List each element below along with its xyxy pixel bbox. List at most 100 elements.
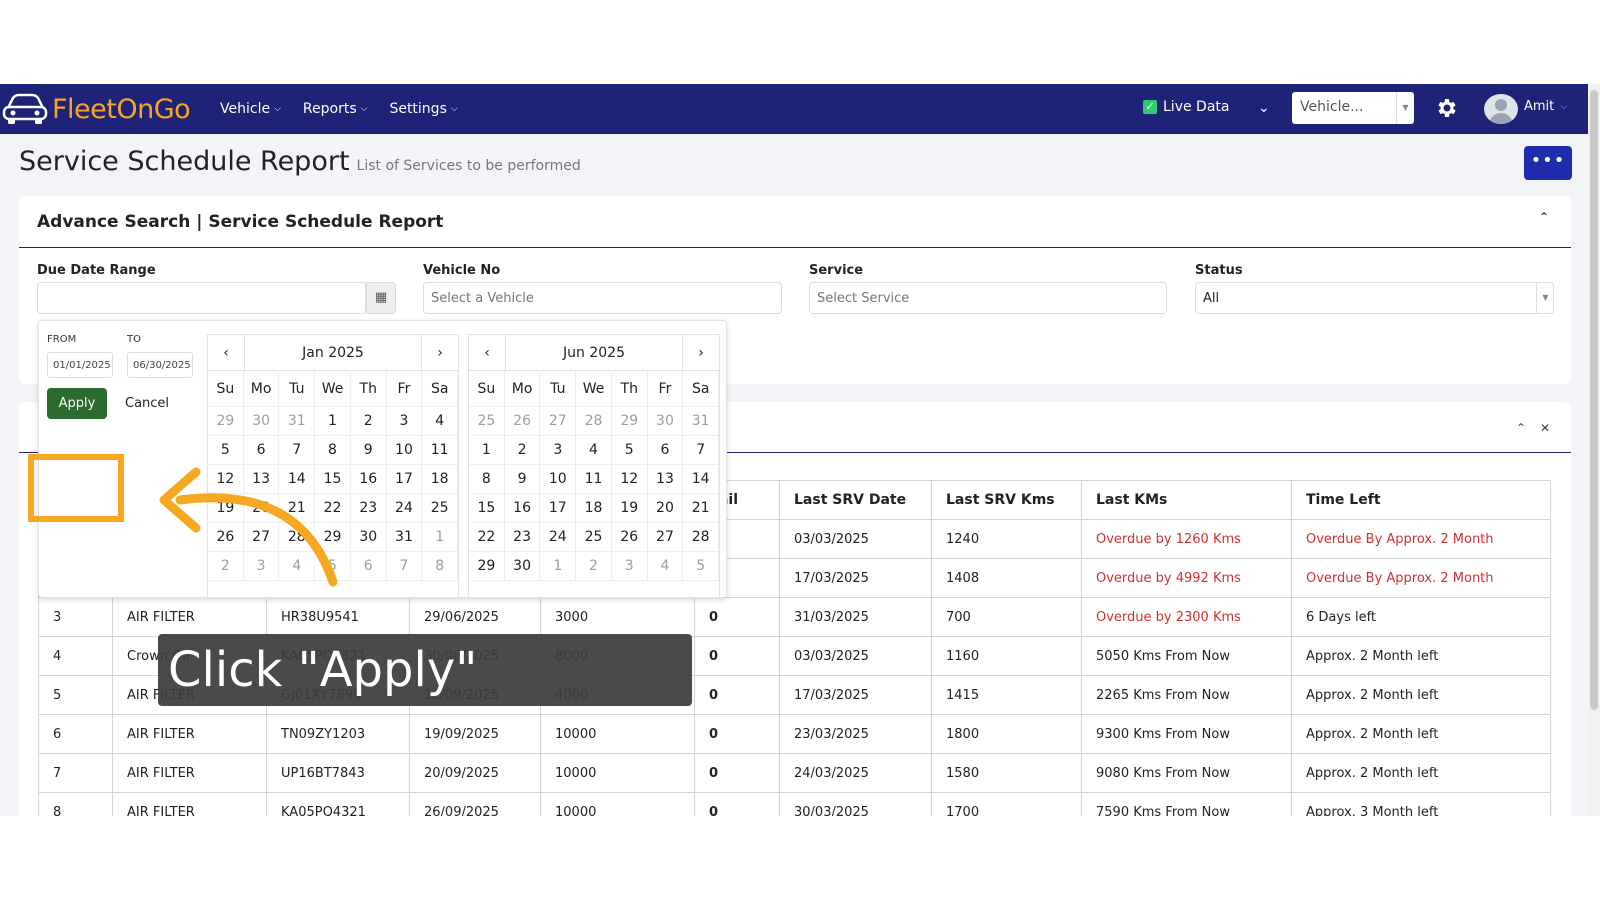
brand-logo[interactable]: FleetOnGo <box>2 90 191 128</box>
calendar-day[interactable]: 8 <box>469 465 505 494</box>
calendar-day[interactable]: 25 <box>469 407 505 436</box>
calendar-day[interactable]: 29 <box>208 407 244 436</box>
calendar-day[interactable]: 11 <box>576 465 612 494</box>
calendar-day[interactable]: 3 <box>611 552 648 581</box>
live-data-toggle[interactable]: ✓ Live Data <box>1143 99 1229 115</box>
column-header[interactable]: Last SRV Kms <box>931 480 1082 520</box>
calendar-day[interactable]: 26 <box>504 407 541 436</box>
calendar-day[interactable]: 22 <box>469 523 505 552</box>
calendar-day[interactable]: 28 <box>576 407 612 436</box>
calendar-day[interactable]: 16 <box>350 465 387 494</box>
calendar-day[interactable]: 27 <box>647 523 684 552</box>
collapse-up-icon[interactable]: ⌃ <box>1539 210 1549 224</box>
calendar-day[interactable]: 4 <box>422 407 459 436</box>
next-month-icon[interactable]: › <box>422 335 458 370</box>
calendar-day[interactable]: 19 <box>611 494 648 523</box>
calendar-day[interactable]: 5 <box>611 436 648 465</box>
more-options-button[interactable]: ••• <box>1524 146 1572 180</box>
calendar-day[interactable]: 18 <box>576 494 612 523</box>
table-row[interactable]: 6 AIR FILTER TN09ZY1203 19/09/2025 10000 0 23/… <box>38 714 1551 754</box>
page-scrollbar[interactable] <box>1588 84 1600 816</box>
calendar-day[interactable]: 16 <box>504 494 541 523</box>
calendar-day[interactable]: 12 <box>611 465 648 494</box>
calendar-day[interactable]: 10 <box>540 465 577 494</box>
checkbox-checked-icon[interactable]: ✓ <box>1143 100 1157 114</box>
calendar-day[interactable]: 17 <box>386 465 423 494</box>
calendar-day[interactable]: 15 <box>469 494 505 523</box>
avatar[interactable] <box>1484 94 1518 124</box>
calendar-day[interactable]: 5 <box>683 552 720 581</box>
next-month-icon[interactable]: › <box>683 335 719 370</box>
gear-icon[interactable] <box>1434 96 1458 120</box>
column-header[interactable]: Last SRV Date <box>779 480 932 520</box>
calendar-day[interactable]: 6 <box>647 436 684 465</box>
calendar-day[interactable]: 4 <box>647 552 684 581</box>
calendar-icon[interactable]: ▦ <box>366 282 396 314</box>
from-date-input[interactable]: 01/01/2025 <box>47 352 113 378</box>
calendar-day[interactable]: 4 <box>576 436 612 465</box>
calendar-day[interactable]: 24 <box>540 523 577 552</box>
column-header[interactable]: Time Left <box>1291 480 1551 520</box>
close-icon[interactable]: ✕ <box>1540 421 1550 435</box>
calendar-day[interactable]: 31 <box>683 407 720 436</box>
calendar-day[interactable]: 9 <box>350 436 387 465</box>
calendar-day[interactable]: 14 <box>683 465 720 494</box>
service-select[interactable]: Select Service <box>809 282 1167 314</box>
due-date-range-input[interactable] <box>37 282 366 314</box>
calendar-day[interactable]: 23 <box>350 494 387 523</box>
table-row[interactable]: 7 AIR FILTER UP16BT7843 20/09/2025 10000 0 24/… <box>38 753 1551 793</box>
calendar-day[interactable]: 30 <box>243 407 280 436</box>
calendar-day[interactable]: 23 <box>504 523 541 552</box>
table-row[interactable]: 8 AIR FILTER KA05PQ4321 26/09/2025 10000 0 30/… <box>38 792 1551 816</box>
column-header[interactable]: Last KMs <box>1081 480 1292 520</box>
prev-month-icon[interactable]: ‹ <box>208 335 244 370</box>
scrollbar-thumb[interactable] <box>1590 90 1598 710</box>
calendar-day[interactable]: 7 <box>386 552 423 581</box>
calendar-day[interactable]: 27 <box>540 407 577 436</box>
table-row[interactable]: 3 AIR FILTER HR38U9541 29/06/2025 3000 0 31/03… <box>38 597 1551 637</box>
calendar-day[interactable]: 6 <box>350 552 387 581</box>
calendar-day[interactable]: 17 <box>540 494 577 523</box>
calendar-day[interactable]: 3 <box>386 407 423 436</box>
calendar-day[interactable]: 25 <box>422 494 459 523</box>
calendar-day[interactable]: 3 <box>540 436 577 465</box>
calendar-day[interactable]: 10 <box>386 436 423 465</box>
status-select[interactable]: All <box>1195 282 1554 314</box>
calendar-day[interactable]: 1 <box>422 523 459 552</box>
calendar-day[interactable]: 30 <box>350 523 387 552</box>
calendar-day[interactable]: 31 <box>279 407 316 436</box>
to-date-input[interactable]: 06/30/2025 <box>127 352 193 378</box>
calendar-day[interactable]: 24 <box>386 494 423 523</box>
menu-vehicle[interactable]: Vehicle ⌵ <box>220 101 281 117</box>
calendar-day[interactable]: 1 <box>469 436 505 465</box>
calendar-day[interactable]: 31 <box>386 523 423 552</box>
prev-month-icon[interactable]: ‹ <box>469 335 505 370</box>
calendar-day[interactable]: 9 <box>504 465 541 494</box>
calendar-day[interactable]: 11 <box>422 436 459 465</box>
collapse-up-icon[interactable]: ⌃ <box>1516 421 1526 435</box>
calendar-day[interactable]: 29 <box>611 407 648 436</box>
calendar-day[interactable]: 20 <box>647 494 684 523</box>
calendar-day[interactable]: 18 <box>422 465 459 494</box>
calendar-day[interactable]: 2 <box>350 407 387 436</box>
calendar-day[interactable]: 1 <box>315 407 351 436</box>
menu-reports[interactable]: Reports ⌵ <box>303 101 368 117</box>
calendar-day[interactable]: 26 <box>611 523 648 552</box>
menu-settings[interactable]: Settings ⌵ <box>389 101 457 117</box>
calendar-day[interactable]: 30 <box>647 407 684 436</box>
calendar-day[interactable]: 8 <box>422 552 459 581</box>
user-menu[interactable]: Amit ⌵ <box>1524 99 1567 114</box>
calendar-day[interactable]: 2 <box>504 436 541 465</box>
live-data-dropdown-icon[interactable]: ⌄ <box>1258 100 1270 116</box>
calendar-day[interactable]: 28 <box>683 523 720 552</box>
calendar-day[interactable]: 29 <box>469 552 505 581</box>
calendar-day[interactable]: 13 <box>647 465 684 494</box>
apply-button[interactable]: Apply <box>47 388 107 419</box>
calendar-day[interactable]: 1 <box>540 552 577 581</box>
calendar-day[interactable]: 21 <box>683 494 720 523</box>
calendar-day[interactable]: 30 <box>504 552 541 581</box>
calendar-day[interactable]: 25 <box>576 523 612 552</box>
calendar-day[interactable]: 2 <box>576 552 612 581</box>
cancel-button[interactable]: Cancel <box>125 396 169 411</box>
calendar-day[interactable]: 7 <box>683 436 720 465</box>
